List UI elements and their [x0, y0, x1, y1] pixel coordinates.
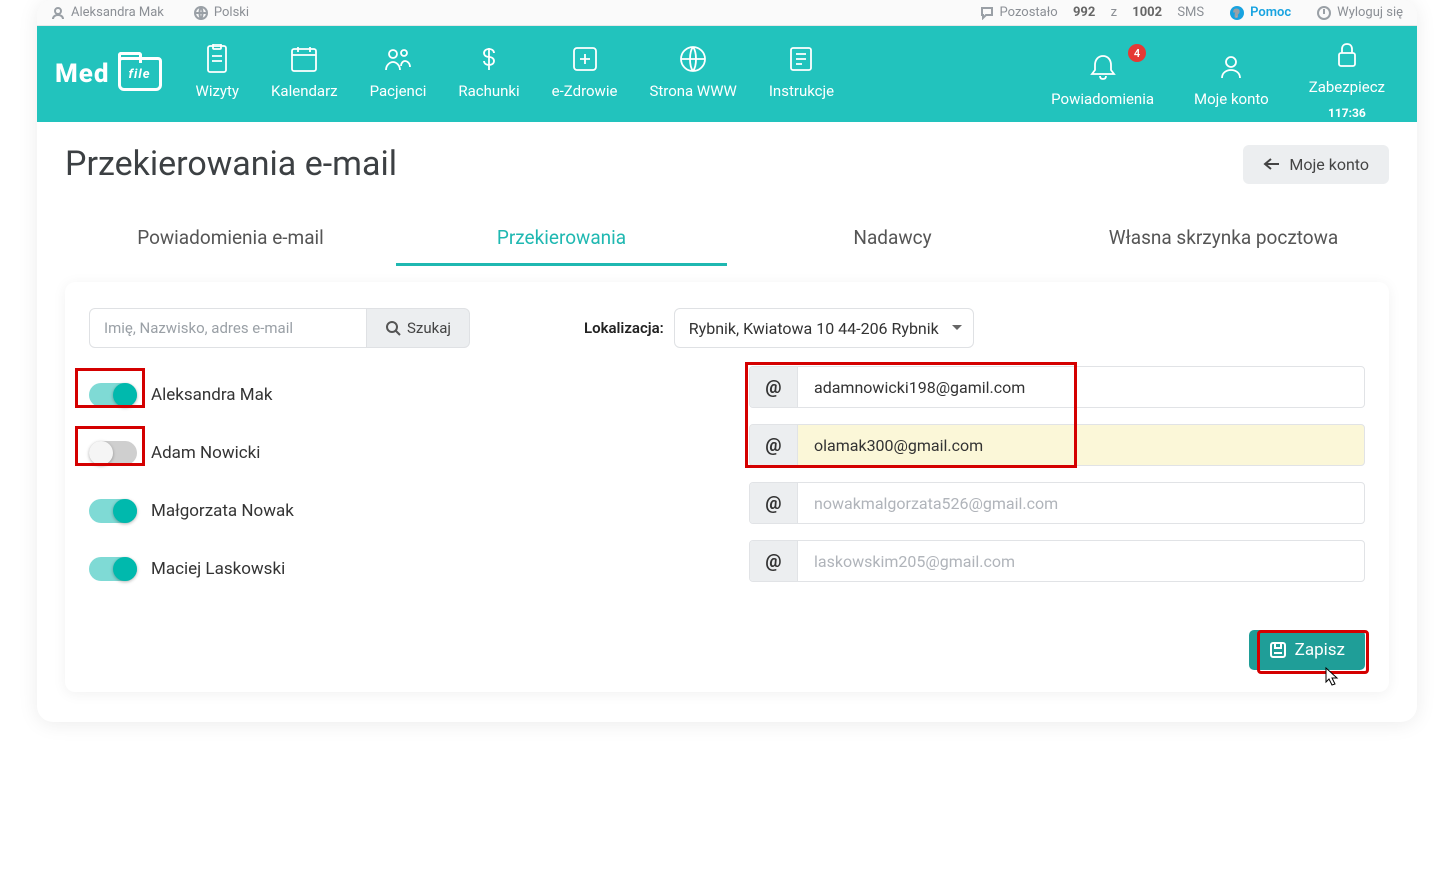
book-icon [786, 44, 816, 74]
person-toggle[interactable] [89, 557, 137, 581]
person-toggle[interactable] [89, 383, 137, 407]
nav-wizyty[interactable]: Wizyty [180, 26, 256, 112]
tab-przekierowania[interactable]: Przekierowania [396, 212, 727, 266]
globe-icon [678, 44, 708, 74]
nav-instrukcje[interactable]: Instrukcje [753, 26, 850, 112]
search-icon [385, 320, 401, 336]
calendar-icon [289, 44, 319, 74]
nav-moje-konto[interactable]: Moje konto [1174, 26, 1289, 128]
search-input[interactable] [89, 308, 367, 348]
user-icon [1216, 52, 1246, 82]
at-icon: @ [750, 483, 798, 523]
location-label: Lokalizacja: [584, 319, 664, 337]
arrow-left-icon [1263, 157, 1281, 171]
notification-badge: 4 [1128, 44, 1146, 62]
email-value[interactable]: nowakmalgorzata526@gmail.com [798, 483, 1364, 523]
back-button[interactable]: Moje konto [1243, 145, 1389, 184]
nav-ezdrowie[interactable]: e-Zdrowie [536, 26, 634, 112]
nav-kalendarz[interactable]: Kalendarz [255, 26, 354, 112]
page-title: Przekierowania e-mail [65, 144, 397, 184]
bell-icon [1088, 52, 1118, 82]
nav-rachunki[interactable]: Rachunki [442, 26, 535, 112]
nav-zabezpiecz[interactable]: Zabezpiecz117:36 [1289, 26, 1405, 128]
tabs: Powiadomienia e-mail Przekierowania Nada… [65, 212, 1389, 266]
logout-link[interactable]: Wyloguj się [1317, 5, 1403, 20]
nav-pacjenci[interactable]: Pacjenci [354, 26, 443, 112]
person-name: Maciej Laskowski [151, 559, 285, 579]
chat-icon [980, 6, 994, 20]
email-value[interactable]: olamak300@gmail.com [798, 425, 1364, 465]
location-select[interactable]: Rybnik, Kwiatowa 10 44-206 Rybnik [674, 308, 974, 348]
topbar: Aleksandra Mak Polski Pozostało 992 z 10… [37, 0, 1417, 26]
tab-nadawcy[interactable]: Nadawcy [727, 212, 1058, 266]
tab-powiadomienia-email[interactable]: Powiadomienia e-mail [65, 212, 396, 266]
tab-wlasna-skrzynka[interactable]: Własna skrzynka pocztowa [1058, 212, 1389, 266]
person-toggle[interactable] [89, 499, 137, 523]
main-nav: Medfile Wizyty Kalendarz Pacjenci Rachun… [37, 26, 1417, 122]
save-button[interactable]: Zapisz [1249, 630, 1365, 670]
email-row: @ laskowskim205@gmail.com [749, 540, 1365, 582]
power-icon [1317, 6, 1331, 20]
person-row: Aleksandra Mak [89, 366, 749, 424]
help-icon: ? [1230, 6, 1244, 20]
user-icon [51, 6, 65, 20]
at-icon: @ [750, 425, 798, 465]
svg-text:?: ? [1234, 9, 1239, 20]
at-icon: @ [750, 541, 798, 581]
email-row: @ nowakmalgorzata526@gmail.com [749, 482, 1365, 524]
cursor-icon [1323, 666, 1341, 688]
globe-icon [194, 6, 208, 20]
save-icon [1269, 641, 1287, 659]
at-icon: @ [750, 367, 798, 407]
email-row: @ olamak300@gmail.com [749, 424, 1365, 466]
topbar-language[interactable]: Polski [194, 5, 249, 20]
people-icon [383, 44, 413, 74]
lock-icon [1332, 40, 1362, 70]
person-row: Małgorzata Nowak [89, 482, 749, 540]
email-row: @ adamnowicki198@gamil.com [749, 366, 1365, 408]
person-name: Aleksandra Mak [151, 385, 272, 405]
help-link[interactable]: ? Pomoc [1230, 5, 1291, 20]
nav-powiadomienia[interactable]: 4 Powiadomienia [1031, 26, 1174, 128]
person-toggle[interactable] [89, 441, 137, 465]
person-name: Małgorzata Nowak [151, 501, 294, 521]
person-row: Maciej Laskowski [89, 540, 749, 598]
sms-counter: Pozostało 992 z 1002 SMS [980, 5, 1205, 20]
person-name: Adam Nowicki [151, 443, 260, 463]
lock-timer: 117:36 [1328, 106, 1366, 120]
search-button[interactable]: Szukaj [367, 308, 470, 348]
clipboard-icon [202, 44, 232, 74]
content-card: Szukaj Lokalizacja: Rybnik, Kwiatowa 10 … [65, 282, 1389, 692]
health-icon [570, 44, 600, 74]
nav-www[interactable]: Strona WWW [633, 26, 752, 112]
email-value[interactable]: laskowskim205@gmail.com [798, 541, 1364, 581]
topbar-user[interactable]: Aleksandra Mak [51, 5, 164, 20]
email-value[interactable]: adamnowicki198@gamil.com [798, 367, 1364, 407]
logo[interactable]: Medfile [49, 26, 180, 122]
person-row: Adam Nowicki [89, 424, 749, 482]
dollar-icon [474, 44, 504, 74]
